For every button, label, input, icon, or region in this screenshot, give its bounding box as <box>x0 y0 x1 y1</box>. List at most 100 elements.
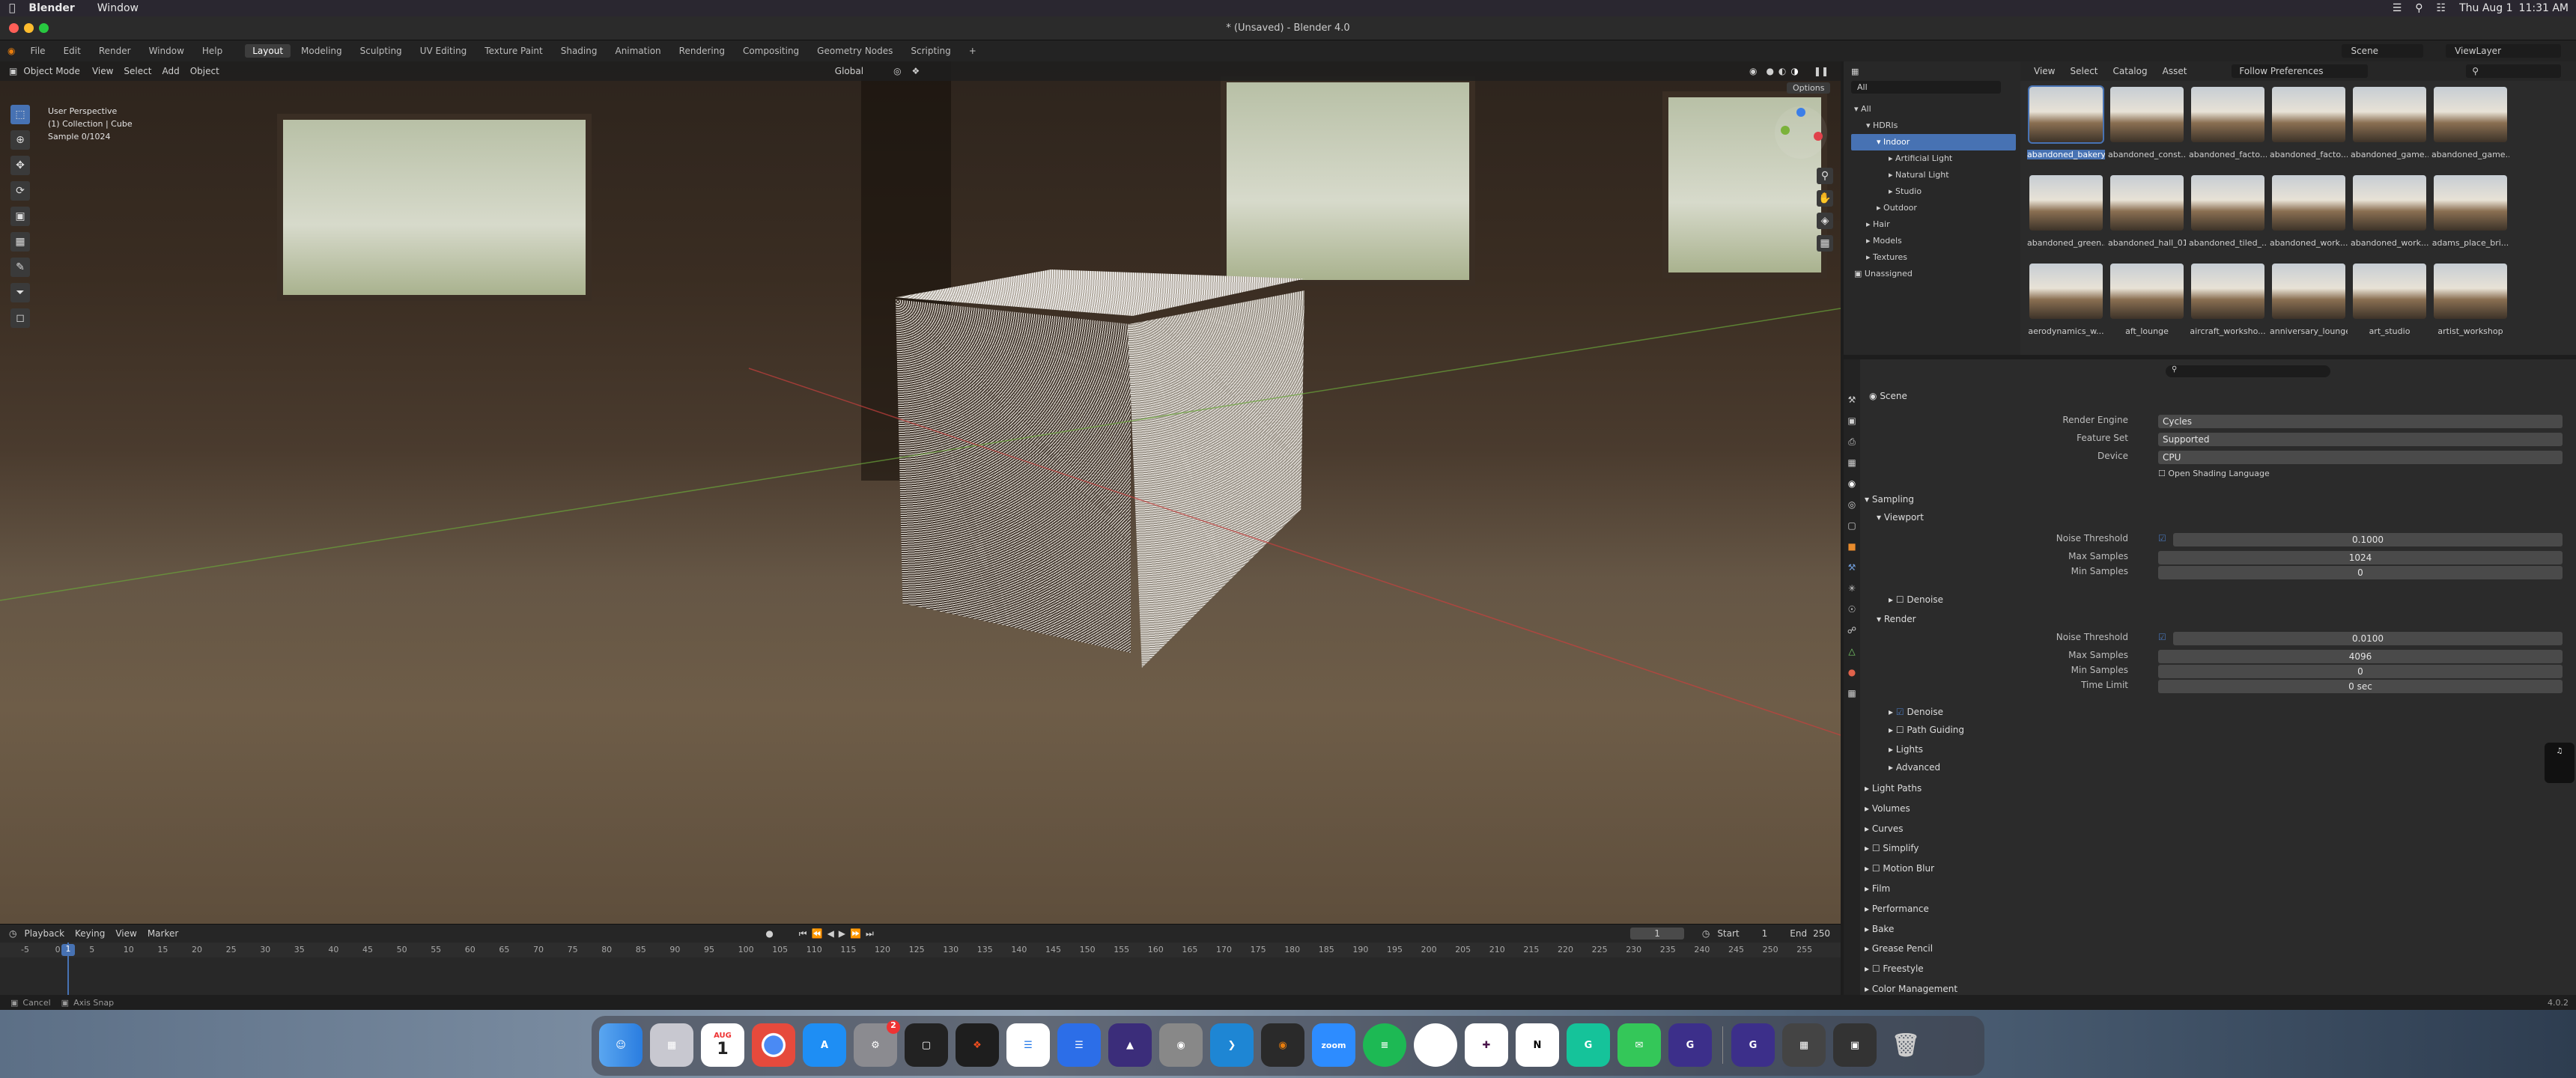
app-menu[interactable]: Blender <box>28 2 74 14</box>
downloads-stack-icon[interactable]: ▦ <box>1782 1023 1826 1067</box>
tab-sculpting[interactable]: Sculpting <box>353 44 410 58</box>
gizmo-y-axis[interactable] <box>1781 126 1790 135</box>
timeline-menu-marker[interactable]: Marker <box>148 928 178 939</box>
properties-search[interactable]: ⚲ <box>2166 365 2330 377</box>
gizmo-z-axis[interactable] <box>1796 108 1805 117</box>
scene-selector[interactable]: Scene <box>2342 44 2424 58</box>
play-reverse-icon[interactable]: ◀ <box>827 928 834 939</box>
menu-file[interactable]: File <box>22 44 52 58</box>
tab-compositing[interactable]: Compositing <box>735 44 806 58</box>
asset-thumbnail[interactable] <box>2353 264 2426 319</box>
circle-app-icon[interactable] <box>1414 1023 1457 1067</box>
transform-icon[interactable]: ▦ <box>10 232 30 252</box>
catalog-unassigned[interactable]: ▣ Unassigned <box>1851 266 2020 282</box>
play-icon[interactable]: ▶ <box>839 928 845 939</box>
screenshots-stack-icon[interactable]: ▣ <box>1833 1023 1877 1067</box>
3d-viewport[interactable]: User Perspective (1) Collection | Cube S… <box>0 61 1841 924</box>
options-button[interactable]: Options <box>1787 82 1831 94</box>
asset-thumbnail[interactable] <box>2434 87 2507 142</box>
world-tab-icon[interactable]: ◎ <box>1844 494 1860 515</box>
library-filter[interactable]: All <box>1851 81 2001 94</box>
system-settings-icon[interactable]: ⚙ 2 <box>854 1020 900 1067</box>
messages-icon[interactable]: ✉ <box>1617 1023 1661 1067</box>
menubar-date[interactable]: Thu Aug 1 <box>2459 2 2512 14</box>
catalog-hair[interactable]: ▸ Hair <box>1851 216 2020 233</box>
asset-thumbnail[interactable] <box>2434 264 2507 319</box>
timeline-menu-view[interactable]: View <box>115 928 136 939</box>
asset-editor-icon[interactable]: ▦ <box>1851 67 1859 76</box>
pan-hand-icon[interactable]: ✋ <box>1817 190 1833 207</box>
transform-orientation-dropdown[interactable]: Global <box>835 66 863 76</box>
catalog-studio[interactable]: ▸ Studio <box>1851 183 2020 200</box>
timeline-menu-playback[interactable]: Playback <box>24 928 64 939</box>
figma-icon[interactable]: ❖ <box>956 1023 999 1067</box>
annotate-icon[interactable]: ✎ <box>10 258 30 277</box>
recent-app-icon[interactable]: G <box>1731 1023 1775 1067</box>
zoom-icon[interactable]: ⚲ <box>1817 168 1833 184</box>
sampling-panel-header[interactable]: ▾ Sampling <box>1865 494 1914 505</box>
playhead-marker[interactable]: 1 <box>61 944 75 956</box>
vp-denoise-subpanel[interactable]: ▸ ☐ Denoise <box>1889 594 1943 605</box>
asset-thumbnail[interactable] <box>2191 175 2264 231</box>
panel-header[interactable]: ▸ Film <box>1865 883 1890 894</box>
menubar-time[interactable]: 11:31 AM <box>2519 2 2569 14</box>
catalog-outdoor[interactable]: ▸ Outdoor <box>1851 200 2020 216</box>
panel-header[interactable]: ▸ ☐ Motion Blur <box>1865 863 1934 874</box>
preview-range-icon[interactable]: ◷ <box>1702 928 1710 939</box>
notion-icon[interactable]: N <box>1516 1023 1559 1067</box>
zoom-app-icon[interactable]: zoom <box>1312 1023 1355 1067</box>
panel-header[interactable]: ▸ Performance <box>1865 904 1929 914</box>
asset-menu-view[interactable]: View <box>2034 66 2055 76</box>
pivot-icon[interactable]: ◎ <box>893 66 901 76</box>
timeline-editor-icon[interactable]: ◷ <box>9 928 16 939</box>
add-workspace-icon[interactable]: + <box>962 44 984 58</box>
render-engine-dropdown[interactable]: Cycles <box>2158 415 2563 428</box>
search-icon[interactable]: ⚲ <box>2415 2 2422 14</box>
timeline-menu-keying[interactable]: Keying <box>75 928 105 939</box>
path-guiding-subpanel[interactable]: ▸ ☐ Path Guiding <box>1889 725 1964 735</box>
window-menu[interactable]: Window <box>97 2 139 14</box>
next-key-icon[interactable]: ⏩ <box>850 928 861 939</box>
asset-thumbnail[interactable] <box>2353 87 2426 142</box>
tab-shading[interactable]: Shading <box>553 44 605 58</box>
panel-header[interactable]: ▸ Bake <box>1865 924 1894 934</box>
asset-thumbnail[interactable] <box>2191 264 2264 319</box>
final-cut-icon[interactable]: ▢ <box>905 1023 948 1067</box>
panel-header[interactable]: ▸ Light Paths <box>1865 783 1922 794</box>
shading-solid-icon[interactable]: ● <box>1766 66 1773 76</box>
asset-search-icon[interactable]: ⚲ <box>2466 64 2561 78</box>
r-denoise-subpanel[interactable]: ▸ ☑ Denoise <box>1889 707 1943 717</box>
jump-end-icon[interactable]: ⏭ <box>866 928 874 940</box>
timeline-ruler[interactable]: -5 0 5 10 15 20 25 30 35 40 45 50 55 60 65 70 75 80 85 90 95… <box>0 943 1841 957</box>
move-icon[interactable]: ✥ <box>10 156 30 175</box>
panel-header[interactable]: ▸ ☐ Freestyle <box>1865 963 1924 974</box>
camera-view-icon[interactable]: ◈ <box>1817 213 1833 229</box>
tab-geometry-nodes[interactable]: Geometry Nodes <box>809 44 900 58</box>
grammarly-icon[interactable]: G <box>1567 1023 1610 1067</box>
asset-thumbnail[interactable] <box>2272 175 2345 231</box>
viewport-menu-view[interactable]: View <box>92 66 113 76</box>
r-min-samples-field[interactable]: 0 <box>2158 665 2563 678</box>
editor-type-icon[interactable]: ▣ <box>9 66 17 76</box>
end-frame-field[interactable]: 250 <box>1813 928 1830 939</box>
catalog-indoor[interactable]: ▾ Indoor <box>1851 134 2016 150</box>
catalog-textures[interactable]: ▸ Textures <box>1851 249 2020 266</box>
view-layer-selector[interactable]: ViewLayer <box>2446 44 2561 58</box>
catalog-all[interactable]: ▾ All <box>1851 101 2020 118</box>
vp-min-samples-field[interactable]: 0 <box>2158 566 2563 579</box>
add-cube-icon[interactable]: ◻ <box>10 308 30 328</box>
apple-icon[interactable]:  <box>9 2 15 14</box>
asset-library-dropdown[interactable]: Follow Preferences <box>2232 64 2369 78</box>
asset-thumbnail[interactable] <box>2110 264 2184 319</box>
vp-noise-threshold-field[interactable]: 0.1000 <box>2173 533 2563 546</box>
advanced-subpanel[interactable]: ▸ Advanced <box>1889 762 1940 773</box>
tab-texture-paint[interactable]: Texture Paint <box>477 44 550 58</box>
menu-edit[interactable]: Edit <box>56 44 88 58</box>
slack-icon[interactable]: ✚ <box>1465 1023 1508 1067</box>
r-noise-threshold-field[interactable]: 0.0100 <box>2173 632 2563 645</box>
docs-icon[interactable]: ☰ <box>1006 1023 1050 1067</box>
asset-thumbnail[interactable] <box>2110 87 2184 142</box>
asset-thumbnail[interactable] <box>2191 87 2264 142</box>
chrome-icon[interactable] <box>752 1023 795 1067</box>
disk-utility-icon[interactable]: ◉ <box>1159 1023 1203 1067</box>
